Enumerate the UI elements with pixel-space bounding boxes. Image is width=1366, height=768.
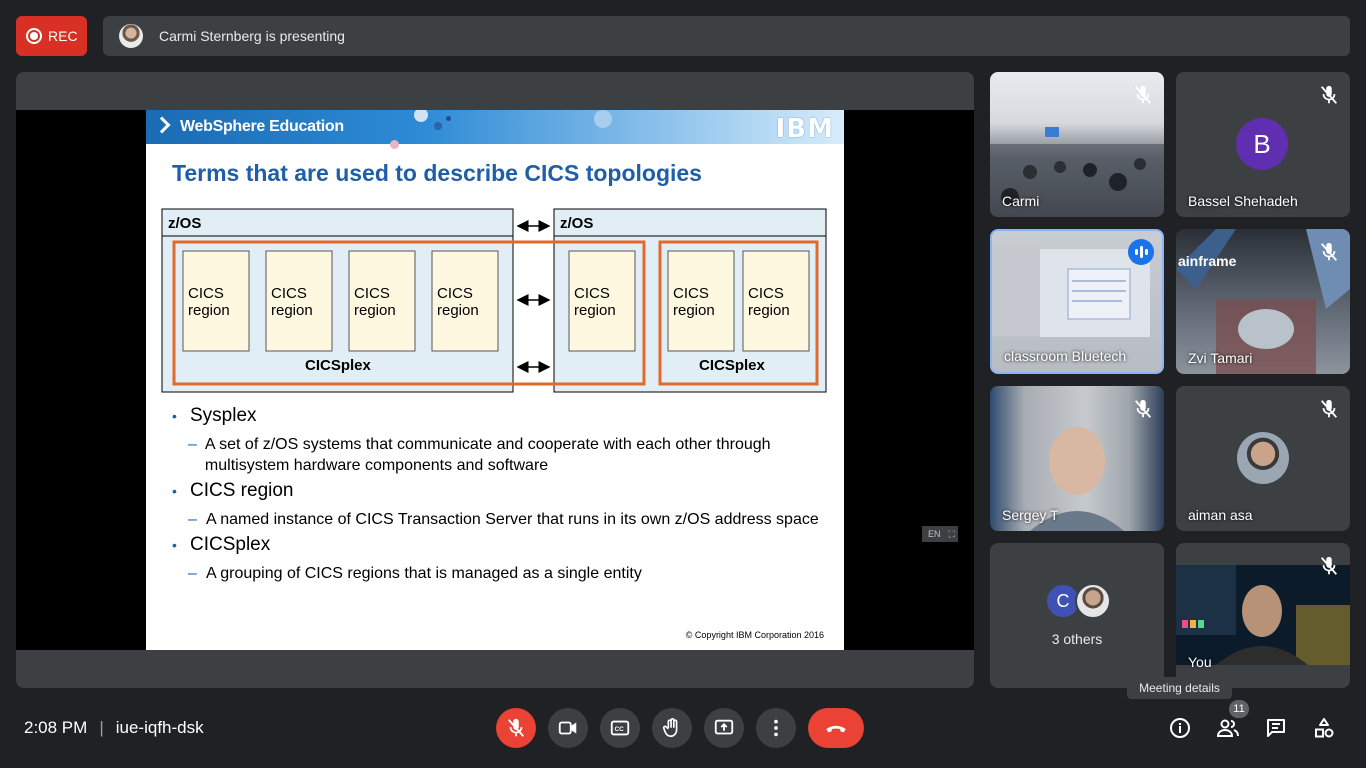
region-label: CICS [188, 285, 224, 302]
chat-icon [1267, 719, 1285, 737]
zos-label-left: z/OS [168, 215, 201, 232]
language-indicator: EN ⛶ [922, 526, 958, 542]
camera-toggle-button[interactable] [548, 708, 588, 748]
microphone-toggle-button[interactable] [496, 708, 536, 748]
captions-button[interactable]: CC [600, 708, 640, 748]
participant-name: Sergey T [1002, 507, 1059, 523]
diagram-gap [514, 236, 553, 392]
meet-window: REC Carmi Sternberg is presenting WebSph… [0, 0, 1366, 768]
bullet-desc: – A grouping of CICS regions that is mana… [188, 565, 642, 582]
captions-icon: CC [610, 720, 630, 736]
more-vert-icon [774, 719, 778, 737]
participant-name: Bassel Shehadeh [1188, 193, 1298, 209]
people-count-badge: 11 [1229, 700, 1249, 718]
participant-tile[interactable]: Carmi [990, 72, 1164, 217]
region-label: region [673, 302, 715, 319]
region-label: region [354, 302, 396, 319]
participant-name: classroom Bluetech [1004, 348, 1127, 364]
presenter-avatar [119, 24, 143, 48]
region-label: CICS [748, 285, 784, 302]
recording-label: REC [48, 28, 78, 44]
avatar [1075, 583, 1111, 619]
mic-off-icon [1318, 84, 1340, 106]
cicsplex-label-1: CICSplex [305, 357, 372, 374]
mic-off-icon [1318, 398, 1340, 420]
participant-tile[interactable]: B Bassel Shehadeh [1176, 72, 1350, 217]
participant-tile[interactable]: aiman asa [1176, 386, 1350, 531]
bullet-term: • Sysplex [172, 405, 257, 426]
bullet-term: • CICSplex [172, 534, 271, 555]
region-label: CICS [354, 285, 390, 302]
leave-call-button[interactable] [808, 708, 864, 748]
region-label: CICS [437, 285, 473, 302]
present-screen-button[interactable] [704, 708, 744, 748]
people-icon [1216, 719, 1239, 737]
recording-indicator[interactable]: REC [16, 16, 87, 56]
presentation-stage[interactable]: WebSphere Education IBM Terms that are u… [16, 72, 974, 688]
activities-button[interactable] [1304, 708, 1344, 748]
activities-icon [1315, 718, 1334, 738]
cicsplex-label-2: CICSplex [699, 357, 766, 374]
others-tile[interactable]: C 3 others [990, 543, 1164, 688]
participant-name: Carmi [1002, 193, 1040, 209]
raise-hand-button[interactable] [652, 708, 692, 748]
speaking-indicator-icon [1128, 239, 1154, 265]
slide-bullets: • Sysplex – A set of z/OS systems that com… [172, 402, 832, 588]
zos-label-right: z/OS [560, 215, 593, 232]
meeting-time-info: 2:08 PM | iue-iqfh-dsk [24, 718, 204, 738]
camera-icon [558, 721, 577, 735]
participant-name: Zvi Tamari [1188, 350, 1253, 366]
info-icon [1170, 718, 1190, 738]
region-label: region [271, 302, 313, 319]
mic-off-icon [507, 718, 525, 737]
presenting-text: Carmi Sternberg is presenting [159, 28, 345, 44]
meeting-details-tooltip: Meeting details [1127, 677, 1232, 699]
svg-text:CC: CC [615, 726, 625, 733]
clock-time: 2:08 PM [24, 718, 88, 737]
participant-tile-speaking[interactable]: classroom Bluetech [990, 229, 1164, 374]
mic-off-icon [1318, 241, 1340, 263]
meeting-code: iue-iqfh-dsk [115, 718, 204, 737]
zos-header-left [161, 208, 514, 237]
others-count: 3 others [1051, 631, 1103, 647]
avatar: B [1236, 118, 1288, 170]
presenting-bar: Carmi Sternberg is presenting [103, 16, 1350, 56]
participant-tile[interactable]: ainframe Zvi Tamari [1176, 229, 1350, 374]
mic-off-icon [1132, 398, 1154, 420]
region-label: region [437, 302, 479, 319]
region-label: region [748, 302, 790, 319]
mic-off-icon [1132, 84, 1154, 106]
present-icon [714, 719, 734, 735]
mic-off-icon [1318, 555, 1340, 577]
hand-icon [662, 718, 678, 738]
end-call-icon [826, 725, 846, 733]
participant-name: aiman asa [1188, 507, 1253, 523]
region-label: CICS [574, 285, 610, 302]
bullet-desc: – A named instance of CICS Transaction Se… [188, 511, 819, 528]
bullet-term: • CICS region [172, 480, 294, 501]
self-tile[interactable]: You [1176, 543, 1350, 688]
region-label: CICS [271, 285, 307, 302]
record-icon [26, 28, 42, 44]
region-label: region [574, 302, 616, 319]
background-overlay-text: ainframe [1178, 253, 1237, 269]
bullet-desc: – A set of z/OS systems that communicate … [188, 436, 771, 474]
meeting-details-button[interactable] [1160, 708, 1200, 748]
presentation-video: WebSphere Education IBM Terms that are u… [16, 110, 974, 650]
more-options-button[interactable] [756, 708, 796, 748]
avatar [1237, 432, 1289, 484]
self-video [1176, 565, 1350, 665]
chat-button[interactable] [1256, 708, 1296, 748]
cics-topology-diagram: z/OS z/OS CICS region CICS region CICS r… [161, 208, 827, 393]
region-label: CICS [673, 285, 709, 302]
region-label: region [188, 302, 230, 319]
zos-header-right [553, 208, 827, 237]
participant-tile[interactable]: Sergey T [990, 386, 1164, 531]
presentation-slide: WebSphere Education IBM Terms that are u… [146, 110, 844, 650]
participant-name: You [1188, 654, 1212, 670]
separator: | [99, 718, 104, 737]
slide-copyright: © Copyright IBM Corporation 2016 [685, 630, 824, 640]
